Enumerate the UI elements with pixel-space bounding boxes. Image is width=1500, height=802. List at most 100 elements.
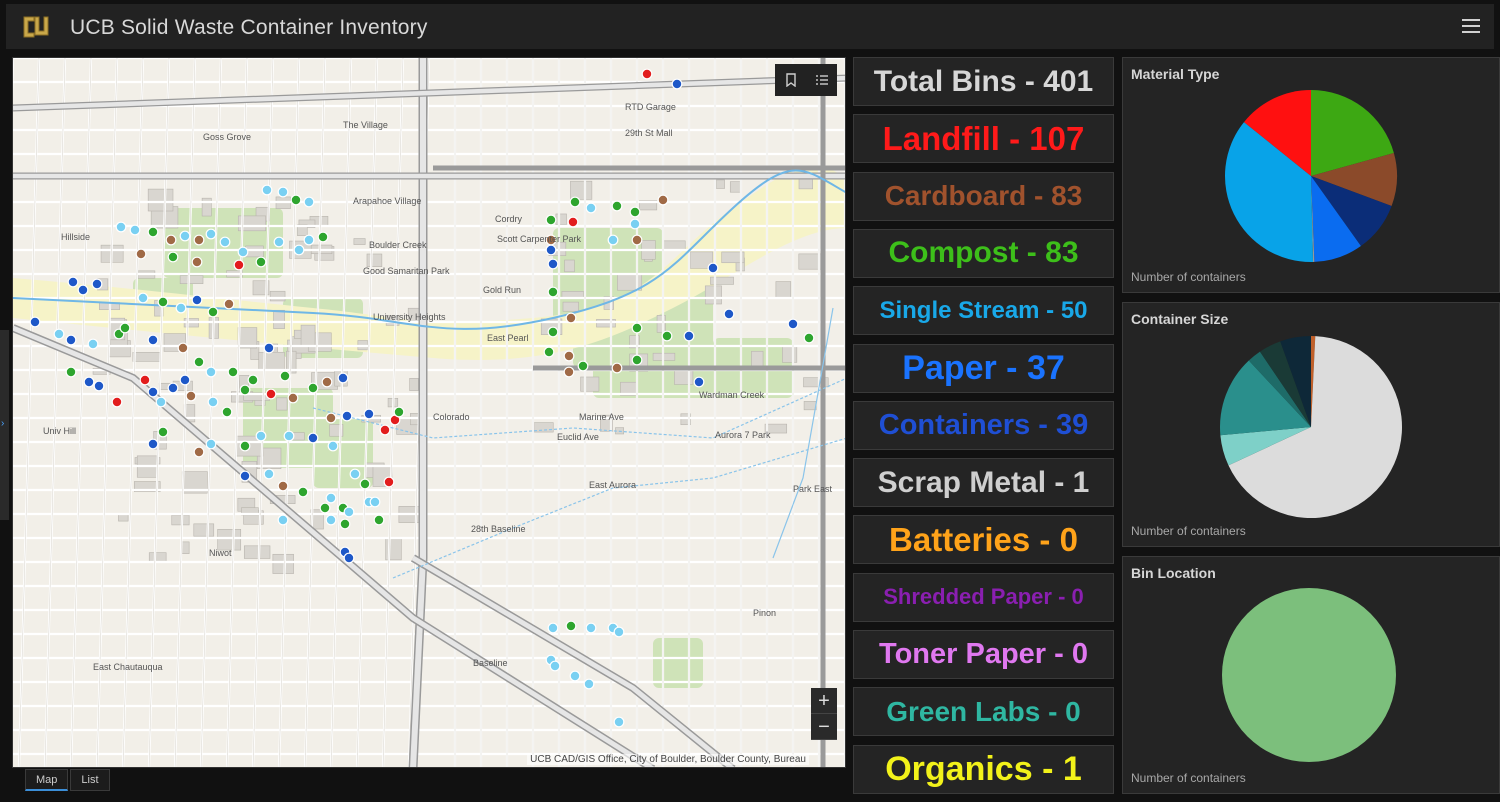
count-batteries[interactable]: Batteries - 0	[853, 515, 1114, 565]
container-point	[193, 234, 205, 246]
count-label: Compost - 83	[888, 236, 1079, 270]
count-label: Scrap Metal - 1	[877, 465, 1090, 499]
container-point	[155, 396, 167, 408]
app-title: UCB Solid Waste Container Inventory	[70, 16, 428, 39]
hamburger-menu-icon[interactable]	[1460, 15, 1482, 37]
tab-map[interactable]: Map	[25, 769, 69, 791]
container-point	[115, 221, 127, 233]
side-panel-handle[interactable]: ›	[0, 330, 9, 520]
container-point	[379, 424, 391, 436]
building	[171, 514, 190, 526]
count-total-bins[interactable]: Total Bins - 401	[853, 57, 1114, 106]
pie-chart[interactable]	[1123, 58, 1500, 294]
building	[729, 181, 741, 193]
building	[193, 523, 215, 537]
container-point	[567, 216, 579, 228]
map-label: Cordry	[495, 214, 523, 224]
container-point	[611, 362, 623, 374]
map-label: Colorado	[433, 412, 470, 422]
container-point	[290, 194, 302, 206]
count-label: Batteries - 0	[889, 520, 1078, 558]
container-point	[565, 620, 577, 632]
pie-chart[interactable]	[1123, 303, 1500, 548]
chart-bin-location: Bin Location Number of containers	[1122, 556, 1500, 794]
container-point	[545, 244, 557, 256]
container-point	[135, 248, 147, 260]
container-point	[263, 342, 275, 354]
map-panel[interactable]: Goss Grove The Village Arapahoe Village Cor…	[12, 57, 846, 768]
container-point	[549, 660, 561, 672]
building	[803, 401, 817, 411]
container-point	[255, 430, 267, 442]
count-scrap-metal[interactable]: Scrap Metal - 1	[853, 458, 1114, 508]
container-point	[255, 256, 267, 268]
container-point	[577, 360, 589, 372]
count-label: Shredded Paper - 0	[883, 584, 1084, 610]
zoom-out-button[interactable]: −	[811, 714, 837, 740]
container-point	[607, 234, 619, 246]
container-point	[147, 386, 159, 398]
count-landfill[interactable]: Landfill - 107	[853, 114, 1114, 164]
container-point	[277, 186, 289, 198]
count-compost[interactable]: Compost - 83	[853, 228, 1114, 278]
container-point	[297, 486, 309, 498]
count-label: Cardboard - 83	[884, 180, 1083, 212]
container-point	[261, 184, 273, 196]
container-point	[247, 374, 259, 386]
cu-logo	[23, 16, 49, 38]
building	[272, 553, 294, 574]
count-label: Total Bins - 401	[873, 64, 1094, 98]
bookmark-icon[interactable]	[775, 64, 806, 96]
map-label: The Village	[343, 120, 388, 130]
map-label: Arapahoe Village	[353, 196, 421, 206]
container-point	[139, 374, 151, 386]
container-point	[723, 308, 735, 320]
pie-slice-0[interactable]	[1222, 588, 1396, 762]
count-green-labs[interactable]: Green Labs - 0	[853, 687, 1114, 737]
count-organics[interactable]: Organics - 1	[853, 744, 1114, 794]
zoom-in-button[interactable]: +	[811, 688, 837, 714]
building	[201, 197, 212, 217]
container-point	[239, 384, 251, 396]
map-label: Euclid Ave	[557, 432, 599, 442]
count-containers[interactable]: Containers - 39	[853, 400, 1114, 450]
container-point	[383, 476, 395, 488]
count-cardboard[interactable]: Cardboard - 83	[853, 171, 1114, 221]
map-canvas[interactable]: Goss Grove The Village Arapahoe Village Cor…	[13, 58, 846, 768]
container-point	[185, 390, 197, 402]
count-label: Landfill - 107	[882, 119, 1085, 157]
layer-list-icon[interactable]	[806, 64, 837, 96]
count-toner-paper[interactable]: Toner Paper - 0	[853, 630, 1114, 679]
container-point	[205, 228, 217, 240]
container-point	[53, 328, 65, 340]
pie-chart[interactable]	[1123, 557, 1500, 795]
building	[704, 285, 722, 305]
building	[751, 350, 764, 368]
container-point	[205, 438, 217, 450]
map-label: Boulder Creek	[369, 240, 427, 250]
container-point	[239, 440, 251, 452]
map-label: Park East	[793, 484, 833, 494]
count-label: Single Stream - 50	[879, 296, 1088, 324]
tab-list[interactable]: List	[70, 769, 110, 791]
container-point	[693, 376, 705, 388]
container-point	[325, 412, 337, 424]
container-point	[547, 258, 559, 270]
container-point	[303, 196, 315, 208]
count-shredded-paper[interactable]: Shredded Paper - 0	[853, 572, 1114, 622]
map-label: Good Samaritan Park	[363, 266, 450, 276]
map-label: Wardman Creek	[699, 390, 765, 400]
container-point	[319, 502, 331, 514]
chart-footer: Number of containers	[1131, 524, 1246, 538]
map-label: RTD Garage	[625, 102, 676, 112]
container-point	[29, 316, 41, 328]
container-point	[683, 330, 695, 342]
building	[269, 290, 286, 302]
container-point	[393, 406, 405, 418]
container-point	[277, 480, 289, 492]
building	[353, 238, 366, 245]
container-point	[563, 366, 575, 378]
building	[570, 180, 593, 200]
count-single-stream[interactable]: Single Stream - 50	[853, 286, 1114, 336]
count-paper[interactable]: Paper - 37	[853, 343, 1114, 393]
